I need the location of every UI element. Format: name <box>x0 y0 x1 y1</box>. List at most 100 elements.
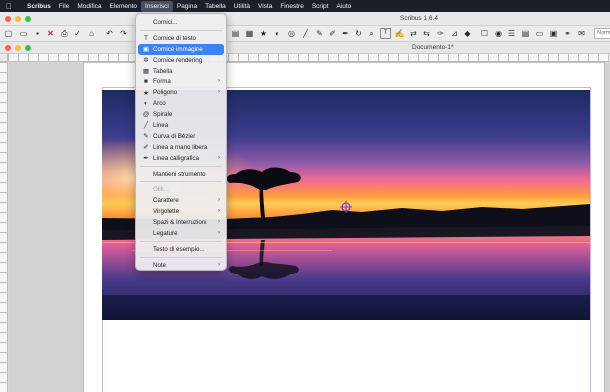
horizontal-ruler[interactable] <box>8 54 610 62</box>
chevron-right-icon: › <box>217 229 220 237</box>
menu-item-label: Linea a mano libera <box>153 143 208 151</box>
redo-icon[interactable]: ↷ <box>118 28 129 39</box>
spiral-tool-icon[interactable]: ◎ <box>286 28 297 39</box>
close-document-icon[interactable]: ✕ <box>45 28 56 39</box>
menu-item-label: Virgolette <box>153 208 180 216</box>
menu-item-label: Poligono <box>153 89 178 97</box>
preflight-icon[interactable]: ✓ <box>72 28 83 39</box>
menu-item-legature[interactable]: Legature › <box>136 228 226 239</box>
calligraphic-tool-icon[interactable]: ✒ <box>340 28 351 39</box>
chevron-right-icon: › <box>217 260 220 268</box>
freehand-tool-icon[interactable]: ✐ <box>327 28 338 39</box>
zoom-tool-icon[interactable]: ⌕ <box>366 28 377 39</box>
close-window-icon[interactable] <box>5 16 11 22</box>
apple-logo-icon[interactable]:  <box>6 2 15 11</box>
menu-item-note[interactable]: Note › <box>136 260 226 271</box>
menu-item-curva-di-b-zier[interactable]: ✎ Curva di Bézier <box>136 131 226 142</box>
menu-item-spirale[interactable]: @ Spirale <box>136 109 226 120</box>
minimize-window-icon[interactable] <box>15 16 21 22</box>
pdf-button-icon[interactable]: ▣ <box>548 28 559 39</box>
menu-inserisci[interactable]: Inserisci <box>141 0 173 12</box>
app-title: Scribus 1.6.4 <box>400 15 438 22</box>
zoom-field[interactable]: Norm <box>594 28 610 39</box>
menu-item-tabella[interactable]: ▦ Tabella <box>136 66 226 77</box>
story-editor-icon[interactable]: ✍ <box>394 28 405 39</box>
menu-item-label: Carattere <box>153 197 179 205</box>
link-frames-icon[interactable]: ⇄ <box>408 28 419 39</box>
menu-item-linea[interactable]: ╱ Linea <box>136 120 226 131</box>
menu-item-virgolette[interactable]: Virgolette › <box>136 206 226 217</box>
vertical-ruler[interactable] <box>0 62 8 392</box>
menu-item-spazi-interruzioni[interactable]: Spazi & Interruzioni › <box>136 217 226 228</box>
edit-text-tool-icon[interactable]: T <box>380 28 391 39</box>
render-frame-icon: ✲ <box>143 57 149 65</box>
menu-item-linea-calligrafica[interactable]: ✒ Linea calligrafica › <box>136 153 226 164</box>
menu-item-arco[interactable]: ◐ Arco <box>136 98 226 109</box>
menu-elemento[interactable]: Elemento <box>106 1 141 12</box>
open-folder-icon[interactable]: ▭ <box>18 28 29 39</box>
menu-utilit-[interactable]: Utilità <box>230 1 254 12</box>
print-icon[interactable]: ⎙ <box>59 28 70 39</box>
arc-icon: ◐ <box>144 100 148 108</box>
menu-tabella[interactable]: Tabella <box>201 1 230 12</box>
pdf-annotation-icon[interactable]: ✉ <box>576 28 587 39</box>
menu-item-forma[interactable]: ■ Forma › <box>136 76 226 87</box>
pdf-link-icon[interactable]: ⚭ <box>562 28 573 39</box>
shape-tool-icon[interactable]: ★ <box>258 28 269 39</box>
pdf-checkbox-icon[interactable]: ☐ <box>479 28 490 39</box>
menu-aiuto[interactable]: Aiuto <box>332 1 355 12</box>
menu-item-label: Arco <box>153 100 166 108</box>
menu-item-label: Glifi... <box>153 186 169 194</box>
menu-item-cornici[interactable]: Cornici... <box>136 17 226 28</box>
zoom-document-window-icon[interactable] <box>25 45 31 51</box>
export-pdf-icon[interactable]: ⌂ <box>86 28 97 39</box>
text-frame-icon: T <box>144 34 148 42</box>
chevron-right-icon: › <box>217 153 220 161</box>
menu-item-label: Linea <box>153 121 169 129</box>
new-document-icon[interactable]: ▢ <box>3 28 14 39</box>
menu-item-carattere[interactable]: Carattere › <box>136 195 226 206</box>
select-tool-icon[interactable]: ▤ <box>230 28 241 39</box>
line-tool-icon[interactable]: ╱ <box>300 28 311 39</box>
table-tool-icon[interactable]: ▦ <box>244 28 255 39</box>
chevron-right-icon: › <box>217 196 220 204</box>
measure-tool-icon[interactable]: ⊿ <box>449 28 460 39</box>
menu-vista[interactable]: Vista <box>254 1 276 12</box>
menu-item-mantieni-strumento[interactable]: Mantieni strumento <box>136 169 226 180</box>
menu-item-cornice-rendering[interactable]: ✲ Cornice rendering <box>136 55 226 66</box>
rotate-tool-icon[interactable]: ↻ <box>353 28 364 39</box>
image-frame-icon: ▣ <box>142 46 150 54</box>
minimize-document-window-icon[interactable] <box>15 45 21 51</box>
menu-item-label: Curva di Bézier <box>153 132 196 140</box>
menu-script[interactable]: Script <box>308 1 333 12</box>
menu-pagina[interactable]: Pagina <box>173 1 201 12</box>
main-toolbar: ▢ ▭ ▪ ✕ ⎙ ✓ ⌂ ↶ ↷ ▤ ▦ ★ ◐ ◎ ╱ ✎ ✐ ✒ ↻ ⌕ … <box>0 26 610 42</box>
document-window-controls <box>5 45 31 51</box>
save-icon[interactable]: ▪ <box>32 28 43 39</box>
eyedropper-icon[interactable]: ✑ <box>435 28 446 39</box>
menu-item-linea-a-mano-libera[interactable]: ✐ Linea a mano libera <box>136 142 226 153</box>
zoom-window-icon[interactable] <box>25 16 31 22</box>
chevron-right-icon: › <box>217 207 220 215</box>
menu-item-poligono[interactable]: ★ Poligono › <box>136 87 226 98</box>
menu-modifica[interactable]: Modifica <box>73 1 105 12</box>
menu-finestre[interactable]: Finestre <box>276 1 307 12</box>
copy-properties-icon[interactable]: ◆ <box>462 28 473 39</box>
pdf-combo-icon[interactable]: ▤ <box>520 28 531 39</box>
menu-item-cornice-di-testo[interactable]: T Cornice di testo <box>136 33 226 44</box>
menu-file[interactable]: File <box>55 1 73 12</box>
arc-tool-icon[interactable]: ◐ <box>272 28 283 39</box>
unlink-frames-icon[interactable]: ⇆ <box>421 28 432 39</box>
undo-icon[interactable]: ↶ <box>104 28 115 39</box>
bezier-tool-icon[interactable]: ✎ <box>314 28 325 39</box>
menu-separator <box>140 240 222 242</box>
pdf-list-icon[interactable]: ☰ <box>506 28 517 39</box>
ruler-corner[interactable] <box>0 54 8 62</box>
close-document-window-icon[interactable] <box>5 45 11 51</box>
menu-separator <box>140 165 222 167</box>
pdf-radio-icon[interactable]: ◉ <box>493 28 504 39</box>
menu-item-cornice-immagine[interactable]: ▣ Cornice immagine <box>138 43 224 55</box>
menu-item-testo-di-esempio[interactable]: Testo di esempio... <box>136 244 226 255</box>
pdf-text-field-icon[interactable]: ▭ <box>534 28 545 39</box>
menu-scribus[interactable]: Scribus <box>23 1 55 12</box>
